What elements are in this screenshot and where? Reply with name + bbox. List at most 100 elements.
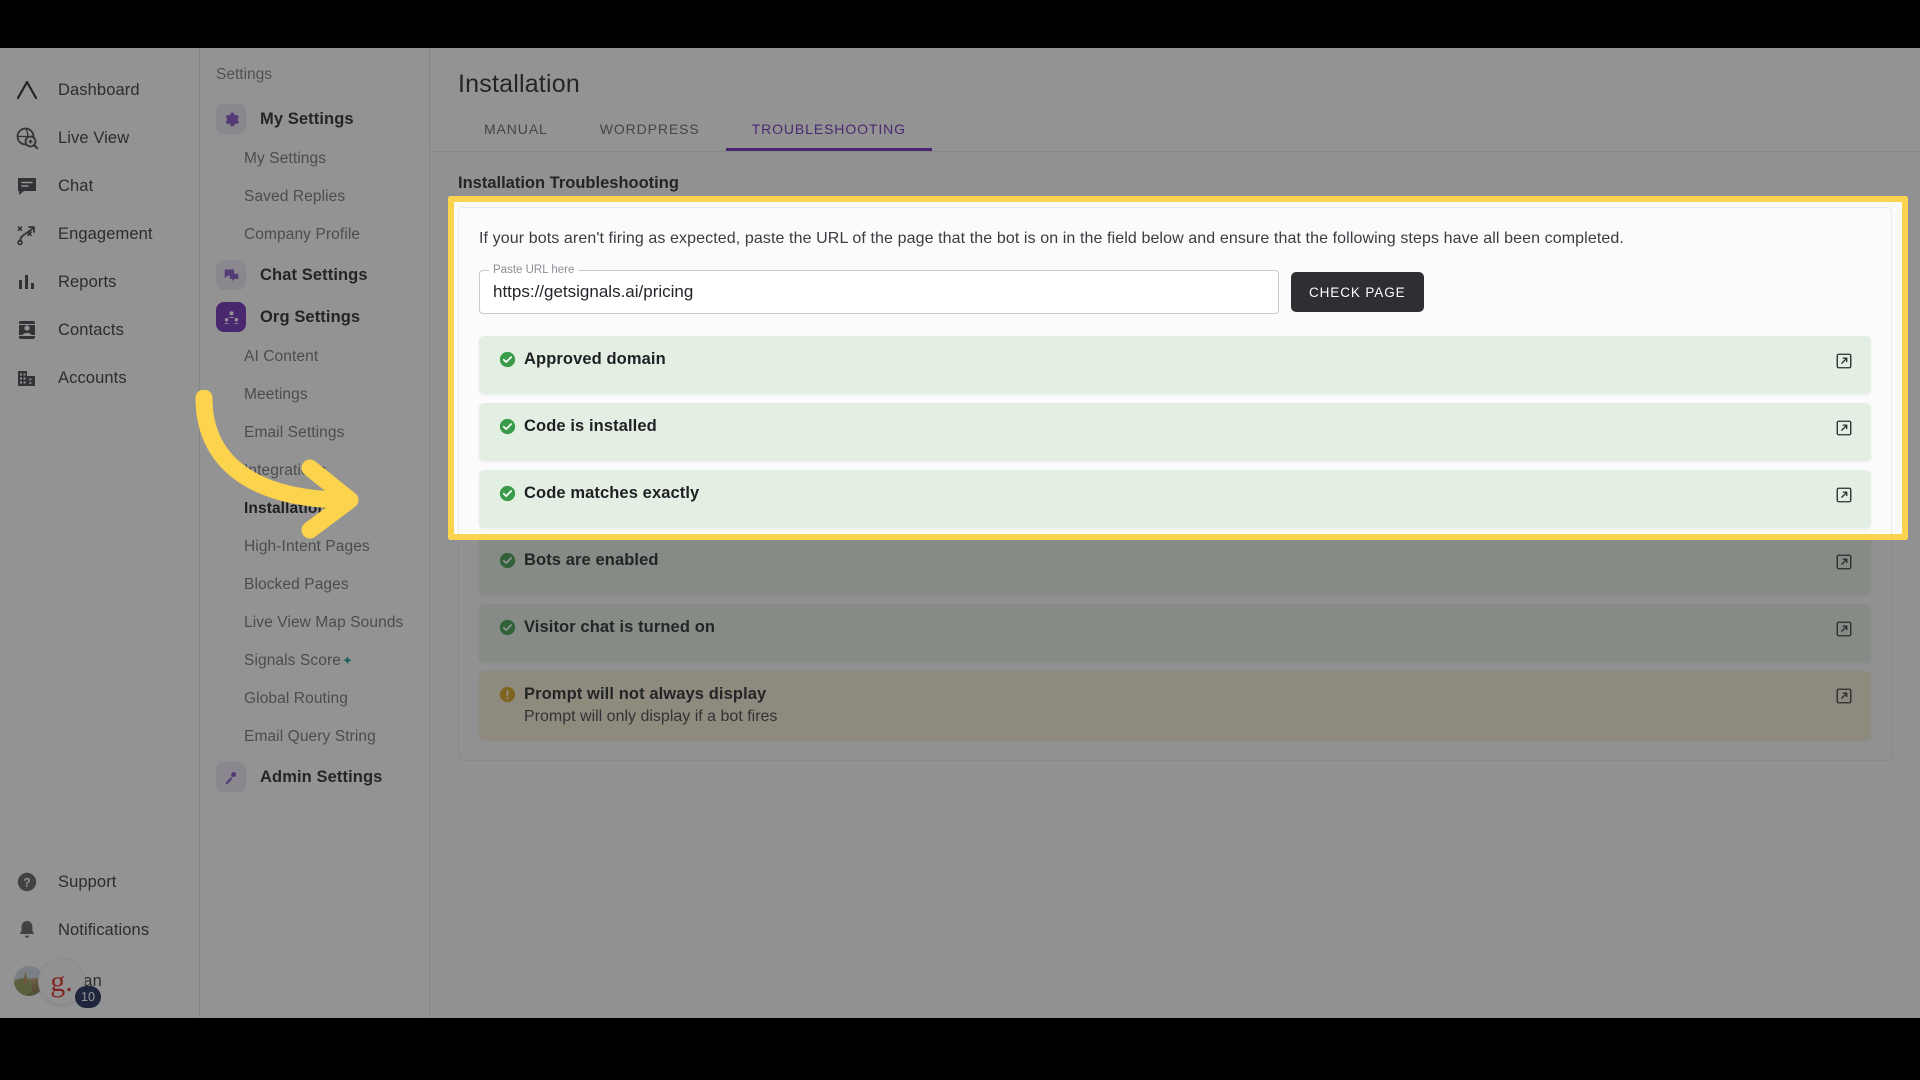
app-window: Dashboard Live View Chat Engagement Repo… bbox=[0, 48, 1920, 1018]
external-link-icon[interactable] bbox=[1835, 486, 1853, 509]
status-label: Approved domain bbox=[524, 350, 666, 368]
status-main: Code is installed bbox=[499, 417, 657, 436]
status-head: Prompt will not always display bbox=[499, 685, 777, 704]
settings-item-label: My Settings bbox=[244, 150, 327, 167]
settings-item-signals-score[interactable]: Signals Score ✦ bbox=[200, 642, 429, 680]
settings-item-label: Signals Score bbox=[244, 652, 341, 669]
settings-item-saved-replies[interactable]: Saved Replies bbox=[200, 178, 429, 216]
status-label: Visitor chat is turned on bbox=[524, 618, 716, 636]
settings-item-label: Saved Replies bbox=[244, 188, 346, 205]
settings-group-org-settings[interactable]: Org Settings bbox=[200, 296, 429, 338]
tab-manual[interactable]: MANUAL bbox=[458, 109, 574, 151]
url-field-wrapper: Paste URL here bbox=[479, 264, 1279, 314]
settings-group-label: Org Settings bbox=[260, 307, 361, 326]
settings-item-live-view-map-sounds[interactable]: Live View Map Sounds bbox=[200, 604, 429, 642]
primary-sidebar: Dashboard Live View Chat Engagement Repo… bbox=[0, 48, 200, 1018]
sidebar-item-dashboard[interactable]: Dashboard bbox=[0, 66, 199, 114]
logo-caret-icon bbox=[14, 77, 40, 103]
url-input[interactable] bbox=[479, 270, 1279, 314]
sidebar-item-label: Chat bbox=[58, 176, 94, 195]
settings-group-label: My Settings bbox=[260, 109, 354, 128]
settings-item-company-profile[interactable]: Company Profile bbox=[200, 216, 429, 254]
warning-circle-icon bbox=[499, 686, 516, 703]
status-head: Approved domain bbox=[499, 350, 666, 369]
sidebar-item-label: Notifications bbox=[58, 920, 150, 939]
sidebar-item-label: Engagement bbox=[58, 224, 153, 243]
external-link-icon[interactable] bbox=[1835, 352, 1853, 375]
svg-text:?: ? bbox=[23, 876, 30, 890]
settings-item-email-settings[interactable]: Email Settings bbox=[200, 414, 429, 452]
settings-item-email-query-string[interactable]: Email Query String bbox=[200, 718, 429, 756]
settings-item-my-settings[interactable]: My Settings bbox=[200, 140, 429, 178]
status-head: Code matches exactly bbox=[499, 484, 699, 503]
tab-troubleshooting[interactable]: TROUBLESHOOTING bbox=[725, 109, 933, 151]
external-link-icon[interactable] bbox=[1835, 620, 1853, 643]
settings-item-installation[interactable]: Installation bbox=[200, 490, 429, 528]
check-page-button[interactable]: CHECK PAGE bbox=[1291, 272, 1424, 312]
chat-bubble-icon bbox=[14, 173, 40, 199]
main-content: Installation MANUAL WORDPRESS TROUBLESHO… bbox=[430, 48, 1920, 1018]
settings-group-label: Chat Settings bbox=[260, 265, 368, 284]
sidebar-item-label: Live View bbox=[58, 128, 130, 147]
sidebar-item-label: Contacts bbox=[58, 320, 124, 339]
sidebar-item-label: Dashboard bbox=[58, 80, 140, 99]
settings-item-label: High-Intent Pages bbox=[244, 538, 370, 555]
main-header: Installation MANUAL WORDPRESS TROUBLESHO… bbox=[430, 48, 1920, 152]
status-head: Visitor chat is turned on bbox=[499, 618, 715, 637]
globe-search-icon bbox=[14, 125, 40, 151]
user-profile-row[interactable]: Ngan g. 10 bbox=[0, 954, 199, 1008]
settings-item-high-intent-pages[interactable]: High-Intent Pages bbox=[200, 528, 429, 566]
sidebar-item-label: Reports bbox=[58, 272, 117, 291]
settings-item-global-routing[interactable]: Global Routing bbox=[200, 680, 429, 718]
status-row: Code is installed bbox=[479, 403, 1871, 461]
check-circle-icon bbox=[499, 619, 516, 636]
bell-icon bbox=[14, 917, 40, 943]
sidebar-item-contacts[interactable]: Contacts bbox=[0, 306, 199, 354]
sidebar-bottom-group: ? Support Notifications Ngan g. 10 bbox=[0, 858, 199, 1018]
screenshot-root: Dashboard Live View Chat Engagement Repo… bbox=[0, 0, 1920, 1080]
sidebar-item-reports[interactable]: Reports bbox=[0, 258, 199, 306]
status-head: Code is installed bbox=[499, 417, 657, 436]
status-label: Code is installed bbox=[524, 417, 657, 435]
status-label: Bots are enabled bbox=[524, 551, 659, 569]
settings-item-label: Installation bbox=[244, 500, 328, 517]
status-label: Code matches exactly bbox=[524, 484, 700, 502]
settings-item-label: Email Settings bbox=[244, 424, 345, 441]
sidebar-item-chat[interactable]: Chat bbox=[0, 162, 199, 210]
settings-group-admin-settings[interactable]: Admin Settings bbox=[200, 756, 429, 798]
contact-card-icon bbox=[14, 317, 40, 343]
settings-item-blocked-pages[interactable]: Blocked Pages bbox=[200, 566, 429, 604]
sidebar-item-label: Accounts bbox=[58, 368, 127, 387]
settings-group-my-settings[interactable]: My Settings bbox=[200, 98, 429, 140]
settings-item-meetings[interactable]: Meetings bbox=[200, 376, 429, 414]
url-check-row: Paste URL here CHECK PAGE bbox=[479, 264, 1871, 314]
notification-count-badge[interactable]: 10 bbox=[75, 986, 101, 1008]
external-link-icon[interactable] bbox=[1835, 687, 1853, 710]
letterbox-bottom bbox=[0, 1018, 1920, 1080]
sidebar-item-accounts[interactable]: Accounts bbox=[0, 354, 199, 402]
settings-group-chat-settings[interactable]: Chat Settings bbox=[200, 254, 429, 296]
sidebar-item-live-view[interactable]: Live View bbox=[0, 114, 199, 162]
sidebar-item-support[interactable]: ? Support bbox=[0, 858, 199, 906]
settings-item-integrations[interactable]: Integrations bbox=[200, 452, 429, 490]
sidebar-item-notifications[interactable]: Notifications bbox=[0, 906, 199, 954]
letterbox-top bbox=[0, 0, 1920, 48]
admin-key-icon bbox=[216, 762, 246, 792]
settings-item-label: Live View Map Sounds bbox=[244, 614, 404, 631]
building-icon bbox=[14, 365, 40, 391]
status-row: Visitor chat is turned on bbox=[479, 604, 1871, 662]
status-main: Code matches exactly bbox=[499, 484, 699, 503]
gear-icon bbox=[216, 104, 246, 134]
settings-item-label: Meetings bbox=[244, 386, 308, 403]
settings-item-ai-content[interactable]: AI Content bbox=[200, 338, 429, 376]
sidebar-item-engagement[interactable]: Engagement bbox=[0, 210, 199, 258]
main-body: Installation Troubleshooting If your bot… bbox=[430, 152, 1920, 761]
status-label: Prompt will not always display bbox=[524, 685, 767, 703]
external-link-icon[interactable] bbox=[1835, 553, 1853, 576]
settings-sidebar: Settings My Settings My Settings Saved R… bbox=[200, 48, 430, 1018]
tab-wordpress[interactable]: WORDPRESS bbox=[574, 109, 726, 151]
external-link-icon[interactable] bbox=[1835, 419, 1853, 442]
status-head: Bots are enabled bbox=[499, 551, 659, 570]
troubleshooting-card: If your bots aren't firing as expected, … bbox=[458, 207, 1892, 761]
section-title: Installation Troubleshooting bbox=[458, 174, 679, 192]
